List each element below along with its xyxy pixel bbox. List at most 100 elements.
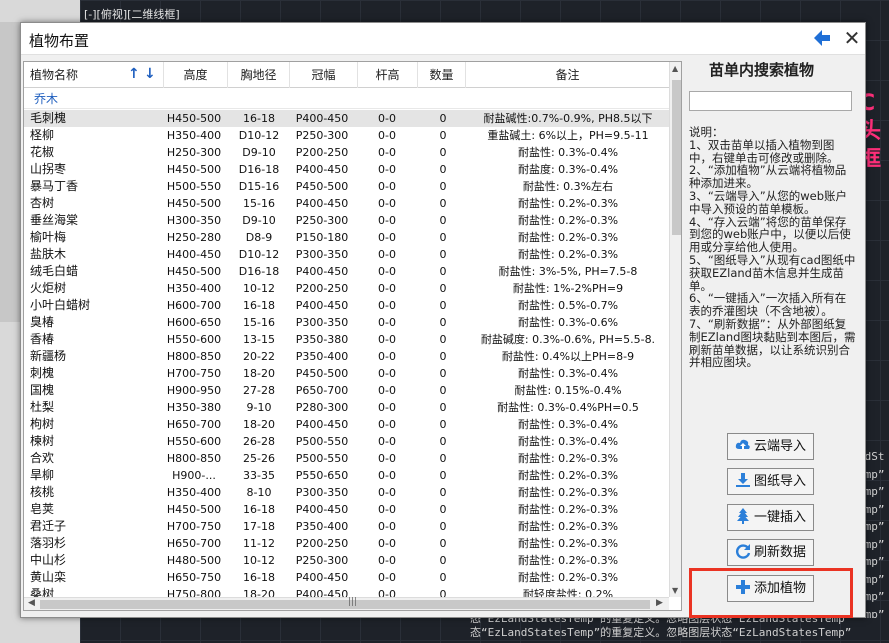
cell-dbh: 27-28 [243,384,275,397]
table-row[interactable]: 新疆杨 H800-850 20-22 P350-400 0-0 0 耐盐性: 0.4%以上P… [24,348,669,365]
cell-trunk: 0-0 [378,367,396,380]
cell-dbh: 25-26 [243,452,275,465]
cell-note: 耐盐性: 0.2%-0.3% [517,554,619,567]
table-row[interactable]: 香椿 H550-600 13-15 P350-380 0-0 0 耐盐碱度: 0.3%-0.… [24,331,669,348]
table-row[interactable]: 枸树 H650-700 18-20 P400-450 0-0 0 耐盐性: 0.3%-0.4… [24,416,669,433]
cell-note: 耐盐性: 0.3%-0.4% [517,146,619,159]
table-row[interactable]: 榆叶梅 H250-280 D8-9 P150-180 0-0 0 耐盐性: 0.2%-0.3… [24,229,669,246]
table-row[interactable]: 盐肤木 H400-450 D10-12 P300-350 0-0 0 耐盐性: 0.2%-0… [24,246,669,263]
cell-dbh: D9-10 [242,214,276,227]
add-plant-highlight-box [689,568,853,618]
cell-height: H700-750 [166,520,222,533]
search-input[interactable] [689,91,852,111]
help-line: 3、“云端导入”从您的web账户中导入预设的苗单模板。 [689,188,848,216]
col-header-crown[interactable]: 冠幅 [290,62,358,88]
col-header-dbh[interactable]: 胸地径 [228,62,290,88]
cell-height: H600-650 [166,316,222,329]
cell-trunk: 0-0 [378,163,396,176]
table-row[interactable]: 小叶白蜡树 H600-700 16-18 P400-450 0-0 0 耐盐性: 0.5%-… [24,297,669,314]
cell-height: H500-550 [166,180,222,193]
scroll-up-icon[interactable]: ▲ [672,64,678,73]
table-row[interactable]: 暴马丁香 H500-550 D15-16 P450-500 0-0 0 耐盐性: 0.3%左… [24,178,669,195]
col-header-name[interactable]: 植物名称 [24,62,164,88]
close-icon[interactable]: ✕ [841,27,863,49]
back-arrow-icon[interactable] [811,27,833,49]
col-header-quantity[interactable]: 数量 [418,62,466,88]
cell-height: H900-... [172,469,216,482]
horizontal-scroll-thumb[interactable]: ||| [40,597,650,609]
cell-height: H350-380 [166,401,222,414]
table-row[interactable]: 柽柳 H350-400 D10-12 P250-300 0-0 0 重盐碱土: 6%以上，P… [24,127,669,144]
table-row[interactable]: 君迁子 H700-750 17-18 P350-400 0-0 0 耐盐性: 0.2%-0.… [24,518,669,535]
cell-note: 耐盐性: 0.2%-0.3% [517,520,619,533]
table-row[interactable]: 刺槐 H700-750 18-20 P450-500 0-0 0 耐盐性: 0.3%-0.4… [24,365,669,382]
scroll-right-icon[interactable]: ▶ [656,598,663,608]
table-row[interactable]: 垂丝海棠 H300-350 D9-10 P250-300 0-0 0 耐盐性: 0.2%-0… [24,212,669,229]
cell-dbh: 10-12 [243,282,275,295]
cell-qty: 0 [439,503,447,516]
plant-table[interactable]: 植物名称 ↑ ↓ 高度 胸地径 冠幅 杆高 数量 备注 乔木 毛刺槐 H450-5… [23,61,682,611]
cloud-import-button[interactable]: 云端导入 [727,433,814,460]
cell-trunk: 0-0 [378,401,396,414]
table-row[interactable]: 楝树 H550-600 26-28 P500-550 0-0 0 耐盐性: 0.3%-0.4… [24,433,669,450]
cell-height: H350-400 [166,486,222,499]
cell-dbh: D9-10 [242,146,276,159]
one-click-insert-button[interactable]: 一键插入 [727,504,814,531]
help-line: 说明： [689,125,724,139]
scroll-down-icon[interactable]: ▼ [672,586,678,595]
table-row[interactable]: 杜梨 H350-380 9-10 P280-300 0-0 0 耐盐性: 0.3%-0.4%… [24,399,669,416]
table-row[interactable]: 臭椿 H600-650 15-16 P300-350 0-0 0 耐盐性: 0.3%-0.6… [24,314,669,331]
cell-dbh: D16-18 [238,163,280,176]
cell-name: 皂荚 [30,502,55,516]
cell-name: 合欢 [30,451,55,465]
cell-crown: P400-450 [295,503,349,516]
cell-trunk: 0-0 [378,214,396,227]
cell-trunk: 0-0 [378,554,396,567]
drawing-import-button[interactable]: 图纸导入 [727,468,814,495]
refresh-data-button[interactable]: 刷新数据 [727,539,814,566]
horizontal-scrollbar[interactable]: ◀ ||| ▶ [24,597,669,610]
table-row[interactable]: 花椒 H250-300 D9-10 P200-250 0-0 0 耐盐性: 0.3%-0.4… [24,144,669,161]
table-row[interactable]: 国槐 H900-950 27-28 P650-700 0-0 0 耐盐性: 0.15%-0.… [24,382,669,399]
cell-note: 耐盐碱性:0.7%-0.9%, PH8.5以下 [483,112,653,125]
cell-trunk: 0-0 [378,316,396,329]
table-row[interactable]: 毛刺槐 H450-500 16-18 P400-450 0-0 0 耐盐碱性:0.7%-0.… [24,110,669,127]
table-row[interactable]: 绒毛白蜡 H450-500 D16-18 P400-450 0-0 0 耐盐性: 3%-5%… [24,263,669,280]
table-row[interactable]: 旱柳 H900-... 33-35 P550-650 0-0 0 耐盐性: 0.2%-0.3… [24,467,669,484]
cell-height: H650-700 [166,537,222,550]
cell-qty: 0 [439,469,447,482]
cell-trunk: 0-0 [378,418,396,431]
sort-descending-icon[interactable]: ↓ [144,66,156,82]
vertical-scrollbar[interactable]: ▲ ▼ [669,62,681,597]
table-row[interactable]: 落羽杉 H650-700 11-12 P200-250 0-0 0 耐盐性: 0.2%-0.… [24,535,669,552]
cell-dbh: 18-20 [243,367,275,380]
table-row[interactable]: 中山杉 H480-500 10-12 P250-300 0-0 0 耐盐性: 0.2%-0.… [24,552,669,569]
table-row[interactable]: 核桃 H350-400 8-10 P300-350 0-0 0 耐盐性: 0.2%-0.3% [24,484,669,501]
cell-height: H350-400 [166,129,222,142]
table-row[interactable]: 合欢 H800-850 25-26 P500-550 0-0 0 耐盐性: 0.2%-0.3… [24,450,669,467]
col-header-note[interactable]: 备注 [466,62,669,88]
scroll-grip: ||| [348,597,358,607]
cell-height: H650-750 [166,571,222,584]
refresh-icon [736,544,751,559]
sort-ascending-icon[interactable]: ↑ [128,66,140,82]
table-row[interactable]: 黄山栾 H650-750 16-18 P400-450 0-0 0 耐盐性: 0.2%-0.… [24,569,669,586]
col-header-height[interactable]: 高度 [164,62,228,88]
col-header-trunk[interactable]: 杆高 [358,62,418,88]
scroll-left-icon[interactable]: ◀ [28,598,35,608]
vertical-scroll-thumb[interactable] [672,80,681,235]
group-header-tree[interactable]: 乔木 [24,89,669,109]
dialog-titlebar: 植物布置 ✕ [21,23,865,55]
cell-crown: P280-300 [295,401,349,414]
table-row[interactable]: 杏树 H450-500 15-16 P400-450 0-0 0 耐盐性: 0.2%-0.3… [24,195,669,212]
cell-name: 中山杉 [30,553,67,567]
cell-name: 臭椿 [30,315,55,329]
table-row[interactable]: 山拐枣 H450-500 D16-18 P400-450 0-0 0 耐盐度: 0.3%-0… [24,161,669,178]
table-row[interactable]: 皂荚 H450-500 16-18 P400-450 0-0 0 耐盐性: 0.2%-0.3… [24,501,669,518]
cell-height: H800-850 [166,452,222,465]
cell-dbh: 20-22 [243,350,275,363]
viewport-label[interactable]: [-][俯视][二维线框] [84,6,180,22]
table-row[interactable]: 火炬树 H350-400 10-12 P200-250 0-0 0 耐盐性: 1%-2%PH… [24,280,669,297]
cell-name: 楝树 [30,434,55,448]
cell-note: 耐盐性: 0.2%-0.3% [517,231,619,244]
